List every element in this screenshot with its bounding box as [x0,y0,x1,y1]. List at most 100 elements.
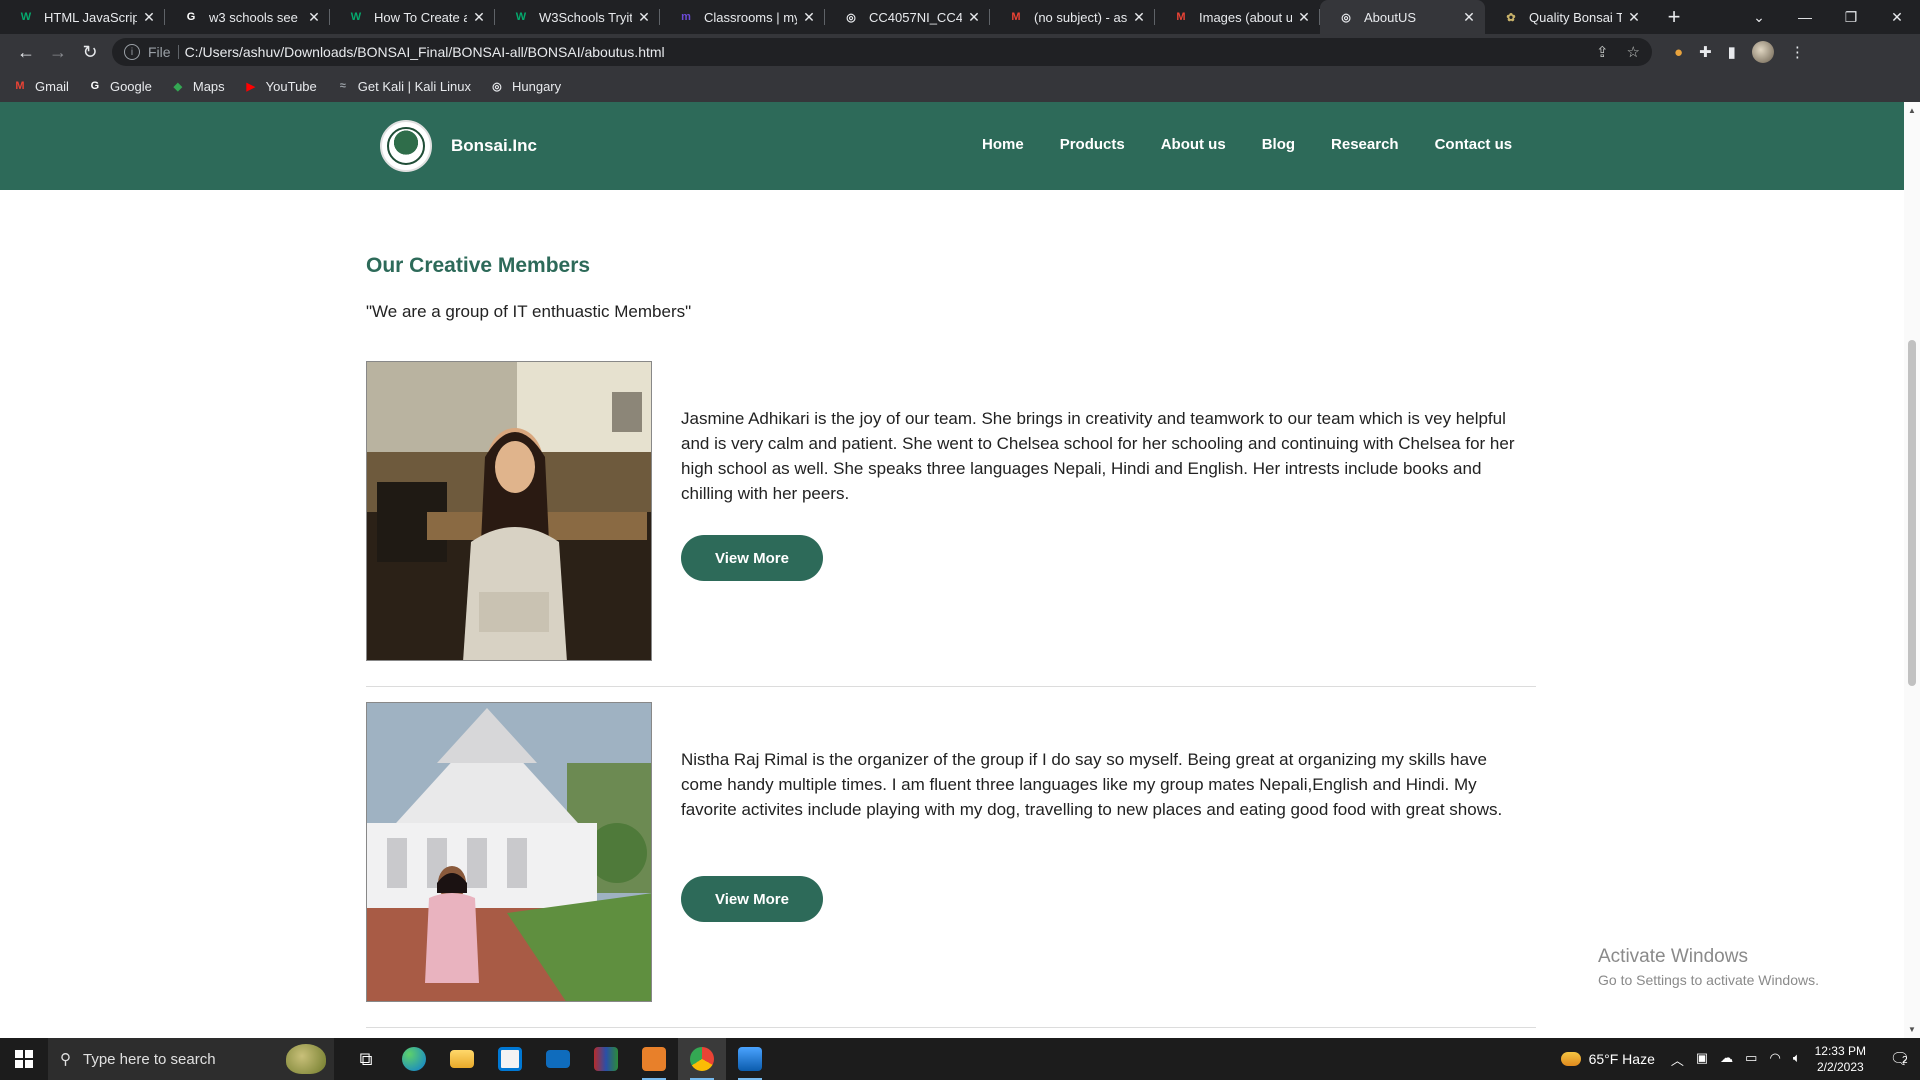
edge-app[interactable] [390,1038,438,1080]
chrome-icon [690,1047,714,1071]
browser-tab[interactable]: W W3Schools Tryit Ed✕ [495,0,660,34]
browser-toolbar: ← → ↻ i File C:/Users/ashuv/Downloads/BO… [0,34,1920,70]
member-photo [366,702,652,1002]
close-window-button[interactable]: ✕ [1874,9,1920,26]
brand-name[interactable]: Bonsai.Inc [451,136,537,156]
start-button[interactable] [0,1038,48,1080]
browser-tab[interactable]: ◎ AboutUS ✕ [1320,0,1485,34]
page-viewport: Bonsai.Inc Home Products About us Blog Resea… [0,102,1904,1038]
close-tab-icon[interactable]: ✕ [1626,9,1642,26]
tab-title: CC4057NI_CC4058 [869,9,962,25]
new-tab-button[interactable]: + [1656,4,1692,30]
close-tab-icon[interactable]: ✕ [1461,9,1477,26]
nav-link[interactable]: Products [1060,136,1125,153]
clock-date: 2/2/2023 [1816,1060,1864,1074]
taskbar-search-box[interactable]: ⚲ Type here to search [48,1038,334,1080]
member-divider [366,686,1536,687]
back-button[interactable]: ← [10,42,42,63]
chevron-up-icon[interactable]: ︿ [1671,1050,1684,1069]
browser-tab[interactable]: M Images (about us)✕ [1155,0,1320,34]
close-tab-icon[interactable]: ✕ [1131,9,1147,26]
task-view-button[interactable]: ⧉ [342,1038,390,1080]
bookmark-item[interactable]: ▶ YouTube [243,78,317,94]
sublime-text-app[interactable] [630,1038,678,1080]
meet-now-icon[interactable]: ▣ [1696,1050,1708,1069]
view-more-button[interactable]: View More [681,535,823,581]
tab-list: WHTML JavaScript✕Gw3 schools see mo✕WHow… [0,0,1650,34]
browser-tab[interactable]: W HTML JavaScript ✕ [0,0,165,34]
chrome-app[interactable] [678,1038,726,1080]
close-tab-icon[interactable]: ✕ [966,9,982,26]
bookmark-star-icon[interactable]: ☆ [1627,43,1640,61]
gmail-icon: M [1011,11,1021,23]
bookmark-label: YouTube [265,78,317,94]
cookie-extension-icon[interactable]: ● [1674,44,1683,61]
browser-tab[interactable]: M (no subject) - ashu✕ [990,0,1155,34]
close-tab-icon[interactable]: ✕ [471,9,487,26]
volume-icon[interactable]: 🔈︎ [1793,1050,1801,1069]
page-scrollbar[interactable]: ▲ ▼ [1904,102,1920,1038]
bookmark-item[interactable]: ◆ Maps [170,78,225,94]
mail-app[interactable] [534,1038,582,1080]
maps-icon: ◆ [173,80,183,93]
winrar-app[interactable] [582,1038,630,1080]
window-controls: ⌄ — ❐ ✕ [1736,9,1920,26]
address-bar[interactable]: i File C:/Users/ashuv/Downloads/BONSAI_F… [112,38,1652,66]
scrollbar-thumb[interactable] [1908,340,1916,686]
onedrive-cloud-icon[interactable]: ☁ [1720,1050,1733,1069]
forward-button[interactable]: → [42,42,74,63]
bookmark-label: Gmail [35,78,69,94]
nav-link[interactable]: Research [1331,136,1399,153]
close-tab-icon[interactable]: ✕ [141,9,157,26]
task-view-icon: ⧉ [359,1048,373,1069]
bookmark-item[interactable]: ≈ Get Kali | Kali Linux [335,78,471,94]
bookmark-label: Hungary [511,78,562,94]
bookmark-item[interactable]: M Gmail [12,78,69,94]
extensions-puzzle-icon[interactable]: ✚ [1699,43,1712,61]
store-app[interactable] [486,1038,534,1080]
edge-icon [402,1047,426,1071]
view-more-button[interactable]: View More [681,876,823,922]
menu-kebab-icon[interactable]: ⋮ [1790,43,1805,61]
weather-widget[interactable]: 65°F Haze [1560,1051,1655,1067]
close-tab-icon[interactable]: ✕ [1296,9,1312,26]
file-explorer-app[interactable] [438,1038,486,1080]
browser-tab[interactable]: ✿ Quality Bonsai Tree✕ [1485,0,1650,34]
reload-button[interactable]: ↻ [74,42,106,63]
taskbar-clock[interactable]: 12:33 PM 2/2/2023 [1815,1043,1866,1075]
browser-tab[interactable]: m Classrooms | mySe✕ [660,0,825,34]
site-info-icon[interactable]: i [124,44,140,60]
bookmark-item[interactable]: ◎ Hungary [489,78,561,94]
browser-tab[interactable]: ◎ CC4057NI_CC4058✕ [825,0,990,34]
bookmark-label: Maps [192,78,225,94]
close-tab-icon[interactable]: ✕ [636,9,652,26]
mail-icon [546,1050,570,1068]
close-tab-icon[interactable]: ✕ [801,9,817,26]
browser-tab[interactable]: W How To Create a R✕ [330,0,495,34]
tab-title: W3Schools Tryit Ed [539,9,632,25]
battery-icon[interactable]: ▭ [1745,1050,1757,1069]
close-tab-icon[interactable]: ✕ [306,9,322,26]
restore-button[interactable]: ❐ [1828,9,1874,26]
bookmark-label: Get Kali | Kali Linux [357,78,471,94]
photos-app[interactable] [726,1038,774,1080]
address-url[interactable]: C:/Users/ashuv/Downloads/BONSAI_Final/BO… [185,44,665,60]
scroll-up-arrow-icon[interactable]: ▲ [1908,106,1916,115]
tab-search-icon[interactable]: ⌄ [1736,9,1782,26]
share-icon[interactable]: ⇪ [1596,43,1609,61]
browser-tab[interactable]: Gw3 schools see mo✕ [165,0,330,34]
bonsai-logo[interactable] [380,120,432,172]
profile-avatar[interactable] [1751,41,1774,63]
nav-link[interactable]: Contact us [1435,136,1513,153]
section-heading: Our Creative Members [366,254,591,277]
bookmark-item[interactable]: G Google [87,78,152,94]
minimize-button[interactable]: — [1782,9,1828,25]
watermark-title: Activate Windows [1598,946,1748,967]
nav-link[interactable]: About us [1161,136,1226,153]
scroll-down-arrow-icon[interactable]: ▼ [1908,1025,1916,1034]
side-panel-icon[interactable]: ▮ [1728,43,1736,61]
nav-link[interactable]: Home [982,136,1024,153]
wifi-icon[interactable]: ◠ [1769,1050,1780,1069]
notification-center-button[interactable]: 🗨︎ 2 [1880,1049,1920,1069]
nav-link[interactable]: Blog [1262,136,1295,153]
